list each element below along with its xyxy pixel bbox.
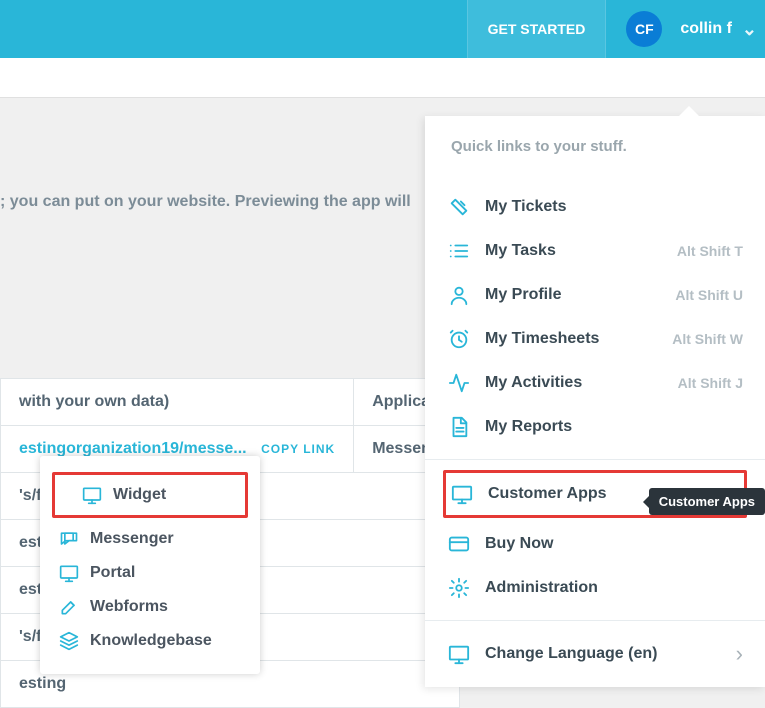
- ticket-icon: [447, 195, 471, 219]
- tooltip: Customer Apps: [649, 488, 765, 515]
- preview-url-link[interactable]: estingorganization19/messe...: [19, 440, 247, 457]
- content-top-strip: [0, 58, 765, 98]
- col-own-data: with your own data): [1, 379, 354, 426]
- menu-my-timesheets[interactable]: My Timesheets Alt Shift W: [425, 317, 765, 361]
- username-label: collin f: [680, 20, 732, 38]
- menu-item-label: My Activities: [485, 374, 582, 392]
- shortcut-label: Alt Shift W: [672, 331, 743, 347]
- monitor-icon: [447, 642, 471, 666]
- user-icon: [447, 283, 471, 307]
- gear-icon: [447, 576, 471, 600]
- menu-my-reports[interactable]: My Reports: [425, 405, 765, 449]
- app-type-menu: Widget Messenger Portal Webforms Know: [40, 456, 260, 674]
- menu-my-profile[interactable]: My Profile Alt Shift U: [425, 273, 765, 317]
- file-icon: [447, 415, 471, 439]
- get-started-button[interactable]: GET STARTED: [467, 0, 607, 58]
- separator: [425, 459, 765, 460]
- card-icon: [447, 532, 471, 556]
- monitor-icon: [81, 484, 103, 506]
- menu-item-label: Customer Apps: [488, 485, 607, 503]
- table-header: with your own data) Applicati: [1, 379, 460, 426]
- layers-icon: [58, 630, 80, 652]
- list-icon: [447, 239, 471, 263]
- activity-icon: [447, 371, 471, 395]
- menu-item-knowledgebase[interactable]: Knowledgebase: [44, 624, 256, 658]
- menu-my-activities[interactable]: My Activities Alt Shift J: [425, 361, 765, 405]
- shortcut-label: Alt Shift U: [675, 287, 743, 303]
- highlight-widget: Widget: [52, 472, 248, 518]
- menu-item-portal[interactable]: Portal: [44, 556, 256, 590]
- menu-item-label: Administration: [485, 579, 598, 597]
- shortcut-label: Alt Shift T: [677, 243, 743, 259]
- dropdown-header: Quick links to your stuff.: [425, 116, 765, 185]
- menu-my-tickets[interactable]: My Tickets: [425, 185, 765, 229]
- user-menu-trigger[interactable]: collin f ⌄: [680, 19, 757, 40]
- menu-item-label: My Tickets: [485, 198, 567, 216]
- menu-item-widget[interactable]: Widget: [67, 478, 233, 512]
- avatar[interactable]: CF: [626, 11, 662, 47]
- menu-item-label: Webforms: [90, 598, 168, 616]
- hint-text: ; you can put on your website. Previewin…: [0, 193, 411, 211]
- menu-my-tasks[interactable]: My Tasks Alt Shift T: [425, 229, 765, 273]
- menu-item-label: My Profile: [485, 286, 561, 304]
- monitor-icon: [58, 562, 80, 584]
- user-dropdown: Quick links to your stuff. My Tickets My…: [425, 116, 765, 687]
- menu-item-label: Messenger: [90, 530, 174, 548]
- menu-item-label: Buy Now: [485, 535, 553, 553]
- menu-item-webforms[interactable]: Webforms: [44, 590, 256, 624]
- copy-link-button[interactable]: COPY LINK: [261, 442, 335, 456]
- menu-item-label: Portal: [90, 564, 135, 582]
- separator: [425, 620, 765, 621]
- menu-item-label: Knowledgebase: [90, 632, 212, 650]
- chevron-right-icon: ›: [736, 641, 743, 667]
- menu-item-label: Change Language (en): [485, 645, 657, 663]
- menu-change-language[interactable]: Change Language (en) ›: [425, 631, 765, 677]
- menu-item-label: My Tasks: [485, 242, 556, 260]
- menu-item-messenger[interactable]: Messenger: [44, 522, 256, 556]
- menu-administration[interactable]: Administration: [425, 566, 765, 610]
- shortcut-label: Alt Shift J: [678, 375, 743, 391]
- clock-icon: [447, 327, 471, 351]
- content: ; you can put on your website. Previewin…: [0, 58, 765, 610]
- menu-buy-now[interactable]: Buy Now: [425, 522, 765, 566]
- chat-icon: [58, 528, 80, 550]
- menu-item-label: Widget: [113, 486, 166, 504]
- header: GET STARTED CF collin f ⌄: [0, 0, 765, 58]
- menu-item-label: My Timesheets: [485, 330, 599, 348]
- monitor-icon: [450, 482, 474, 506]
- menu-item-label: My Reports: [485, 418, 572, 436]
- edit-icon: [58, 596, 80, 618]
- chevron-down-icon: ⌄: [742, 19, 757, 40]
